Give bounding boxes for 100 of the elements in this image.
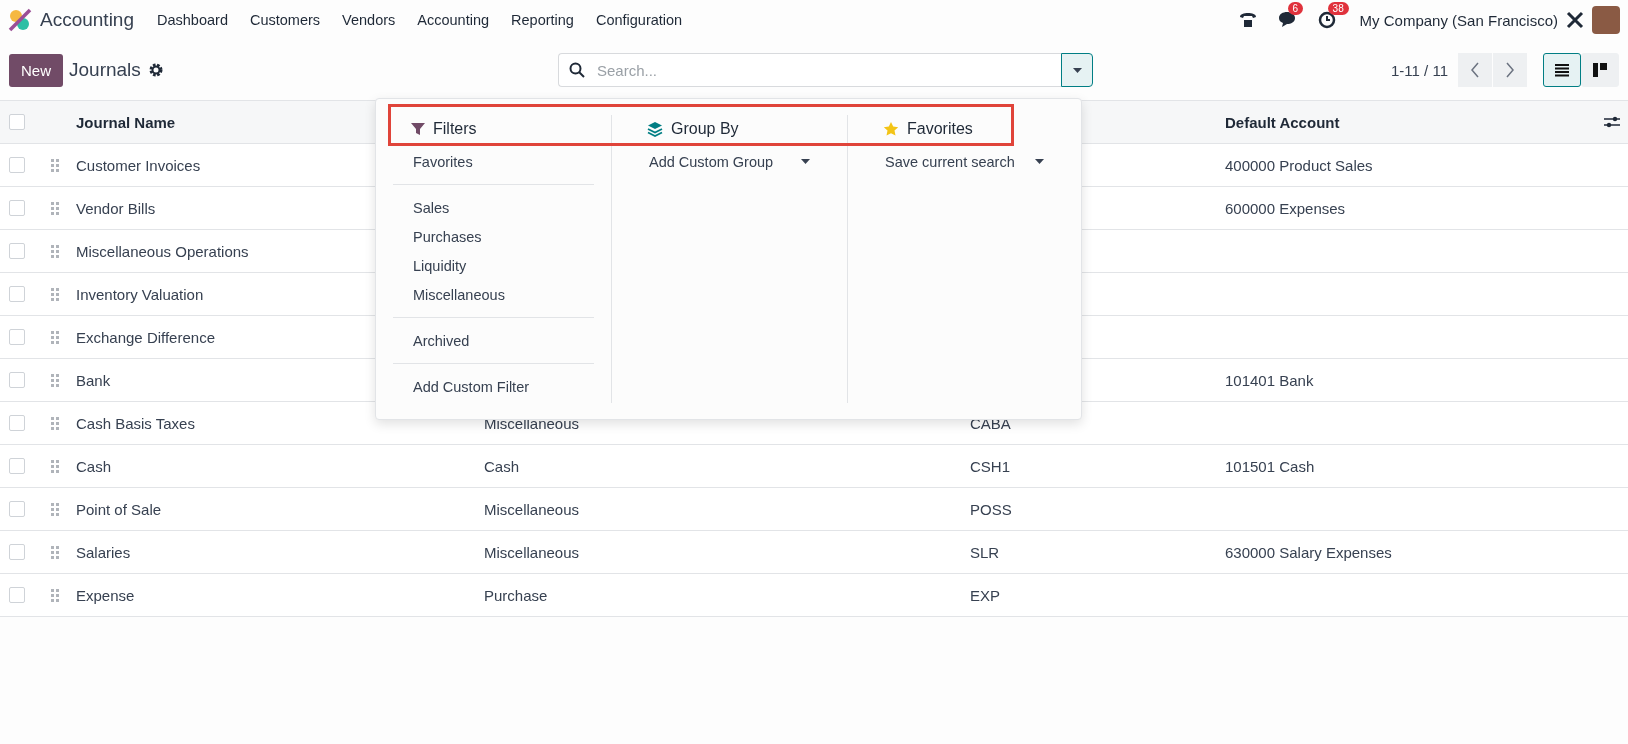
- clock-icon[interactable]: [1317, 11, 1336, 29]
- section-title: Group By: [671, 120, 739, 138]
- table-cell: Point of Sale: [76, 500, 162, 518]
- table-cell: 600000 Expenses: [1225, 199, 1346, 217]
- user-avatar[interactable]: [1592, 6, 1620, 34]
- search-icon: [569, 62, 585, 78]
- table-cell: Expense: [76, 586, 135, 604]
- caret-icon: [1035, 159, 1044, 164]
- table-cell: POSS: [970, 500, 1012, 518]
- next-button[interactable]: [1493, 53, 1527, 87]
- table-cell: Vendor Bills: [76, 199, 156, 217]
- filter-option[interactable]: Favorites: [393, 147, 594, 176]
- table-cell: SLR: [970, 543, 1000, 561]
- table-cell: Customer Invoices: [76, 156, 201, 174]
- table-cell: 101501 Cash: [1225, 457, 1315, 475]
- row-checkbox[interactable]: [9, 200, 25, 216]
- section-title: Filters: [433, 120, 477, 138]
- caret-icon: [1072, 67, 1082, 73]
- sliders-icon[interactable]: [1604, 115, 1620, 129]
- filter-option[interactable]: Archived: [393, 326, 594, 355]
- kanban-icon: [1592, 62, 1608, 78]
- messages-badge: 6: [1287, 2, 1304, 15]
- filter-option[interactable]: Sales: [393, 193, 594, 222]
- section-title: Favorites: [907, 120, 973, 138]
- previous-button[interactable]: [1458, 53, 1492, 87]
- table-cell: Salaries: [76, 543, 131, 561]
- table-cell: Miscellaneous: [484, 543, 580, 561]
- group-by-select[interactable]: Add Custom Group: [629, 147, 830, 176]
- table-cell: 400000 Product Sales: [1225, 156, 1373, 174]
- list-view-button[interactable]: [1543, 53, 1581, 87]
- column-header[interactable]: Default Account: [1225, 113, 1340, 131]
- new-button[interactable]: New: [9, 53, 63, 87]
- filter-option[interactable]: Purchases: [393, 222, 594, 251]
- menu-item[interactable]: Accounting: [406, 12, 501, 28]
- drag-handle-icon[interactable]: [51, 373, 59, 387]
- drag-handle-icon[interactable]: [51, 244, 59, 258]
- drag-handle-icon[interactable]: [51, 459, 59, 473]
- search-input[interactable]: Search...: [595, 60, 1051, 80]
- column-header[interactable]: Journal Name: [76, 113, 176, 131]
- chevron-left-icon: [1470, 62, 1480, 78]
- company-name[interactable]: My Company (San Francisco): [1359, 11, 1558, 29]
- drag-handle-icon[interactable]: [51, 201, 59, 215]
- drag-handle-icon[interactable]: [51, 545, 59, 559]
- caret-icon: [801, 159, 810, 164]
- table-cell: Miscellaneous: [484, 414, 580, 432]
- app-logo-icon[interactable]: [8, 8, 32, 32]
- table-cell: Purchase: [484, 586, 548, 604]
- gear-icon[interactable]: [148, 63, 163, 77]
- drag-handle-icon[interactable]: [51, 330, 59, 344]
- chevron-right-icon: [1505, 62, 1515, 78]
- drag-handle-icon[interactable]: [51, 588, 59, 602]
- drag-handle-icon[interactable]: [51, 158, 59, 172]
- save-search-select[interactable]: Save current search: [865, 147, 1064, 176]
- table-cell: Miscellaneous: [484, 500, 580, 518]
- row-checkbox[interactable]: [9, 329, 25, 345]
- pager-value[interactable]: 1-11 / 11: [1391, 61, 1448, 79]
- layers-icon: [647, 121, 663, 137]
- table-cell: Exchange Difference: [76, 328, 215, 346]
- table-cell: CSH1: [970, 457, 1010, 475]
- table-cell: Inventory Valuation: [76, 285, 204, 303]
- menu-item[interactable]: Vendors: [331, 12, 407, 28]
- app-name: Accounting: [40, 9, 134, 31]
- star-icon: [883, 121, 899, 137]
- table-cell: Cash: [484, 457, 520, 475]
- phone-icon[interactable]: [1237, 10, 1258, 30]
- table-cell: Miscellaneous Operations: [76, 242, 249, 260]
- drag-handle-icon[interactable]: [51, 416, 59, 430]
- row-checkbox[interactable]: [9, 544, 25, 560]
- menu-item[interactable]: Reporting: [500, 12, 585, 28]
- row-checkbox[interactable]: [9, 157, 25, 173]
- activities-badge: 38: [1327, 2, 1349, 15]
- search-field[interactable]: Search...: [558, 53, 1061, 87]
- row-checkbox[interactable]: [9, 501, 25, 517]
- table-cell: Cash Basis Taxes: [76, 414, 195, 432]
- row-checkbox[interactable]: [9, 458, 25, 474]
- row-checkbox[interactable]: [9, 243, 25, 259]
- menu-item[interactable]: Customers: [238, 12, 332, 28]
- row-checkbox[interactable]: [9, 415, 25, 431]
- select-all-checkbox[interactable]: [9, 114, 25, 130]
- drag-handle-icon[interactable]: [51, 502, 59, 516]
- row-checkbox[interactable]: [9, 587, 25, 603]
- funnel-icon: [411, 122, 425, 136]
- table-cell: 630000 Salary Expenses: [1225, 543, 1392, 561]
- search-options-toggle[interactable]: [1061, 53, 1093, 87]
- table-cell: Cash: [76, 457, 112, 475]
- row-checkbox[interactable]: [9, 286, 25, 302]
- menu-item[interactable]: Configuration: [584, 12, 694, 28]
- chat-icon[interactable]: [1277, 11, 1298, 29]
- drag-handle-icon[interactable]: [51, 287, 59, 301]
- filter-option[interactable]: Liquidity: [393, 251, 594, 280]
- kanban-view-button[interactable]: [1581, 53, 1619, 87]
- row-checkbox[interactable]: [9, 372, 25, 388]
- filter-option[interactable]: Add Custom Filter: [393, 372, 594, 401]
- table-cell: Bank: [76, 371, 111, 389]
- table-cell: EXP: [970, 586, 1000, 604]
- menu-item[interactable]: Dashboard: [146, 12, 239, 28]
- table-cell: 101401 Bank: [1225, 371, 1314, 389]
- filter-option[interactable]: Miscellaneous: [393, 280, 594, 309]
- list-icon: [1554, 63, 1570, 77]
- page-title: Journals: [69, 59, 141, 81]
